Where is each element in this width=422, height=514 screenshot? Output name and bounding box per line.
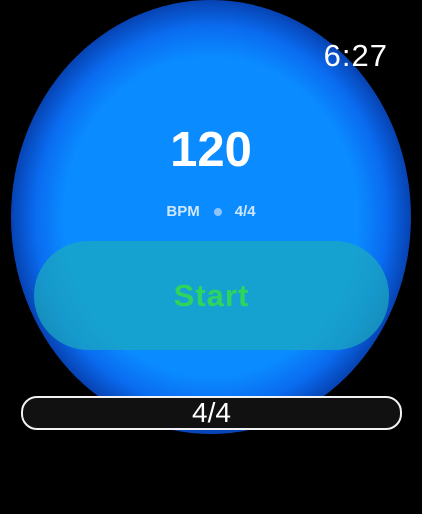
start-button[interactable]: Start bbox=[34, 241, 389, 350]
separator-dot-icon bbox=[213, 207, 222, 216]
status-time: 6:27 bbox=[323, 38, 388, 73]
bpm-value: 120 bbox=[170, 123, 252, 177]
time-signature-picker[interactable]: 4/4 bbox=[21, 396, 402, 430]
bpm-unit-label: BPM bbox=[166, 203, 200, 220]
tempo-meta: BPM 4/4 bbox=[0, 203, 422, 220]
time-signature-label: 4/4 bbox=[234, 203, 256, 220]
